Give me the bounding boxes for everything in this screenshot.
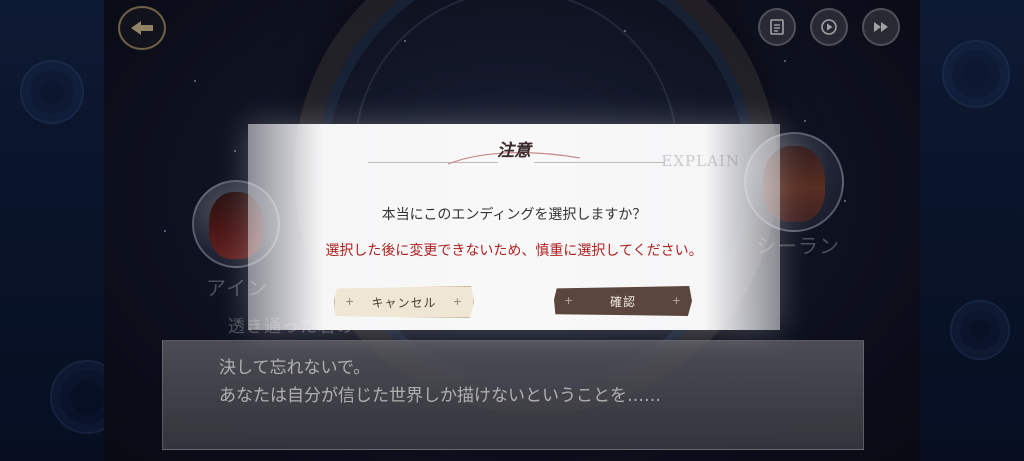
confirm-button[interactable]: + 確認 +: [554, 286, 692, 316]
dialog-warning: 選択した後に変更できないため、慎重に選択してください。: [325, 243, 703, 259]
plus-icon: +: [345, 295, 356, 308]
cancel-button[interactable]: + キャンセル +: [334, 286, 474, 318]
confirm-button-label: 確認: [609, 294, 636, 309]
plus-icon: +: [564, 294, 575, 307]
plus-icon: +: [671, 294, 682, 307]
dialog-question: 本当にこのエンディングを選択しますか？: [381, 207, 647, 223]
explain-watermark: EXPLAIN: [661, 152, 740, 170]
confirm-ending-dialog: 注意 EXPLAIN 本当にこのエンディングを選択しますか？ 選択した後に変更で…: [248, 124, 780, 330]
cancel-button-label: キャンセル: [371, 295, 437, 310]
plus-icon: +: [452, 295, 463, 308]
